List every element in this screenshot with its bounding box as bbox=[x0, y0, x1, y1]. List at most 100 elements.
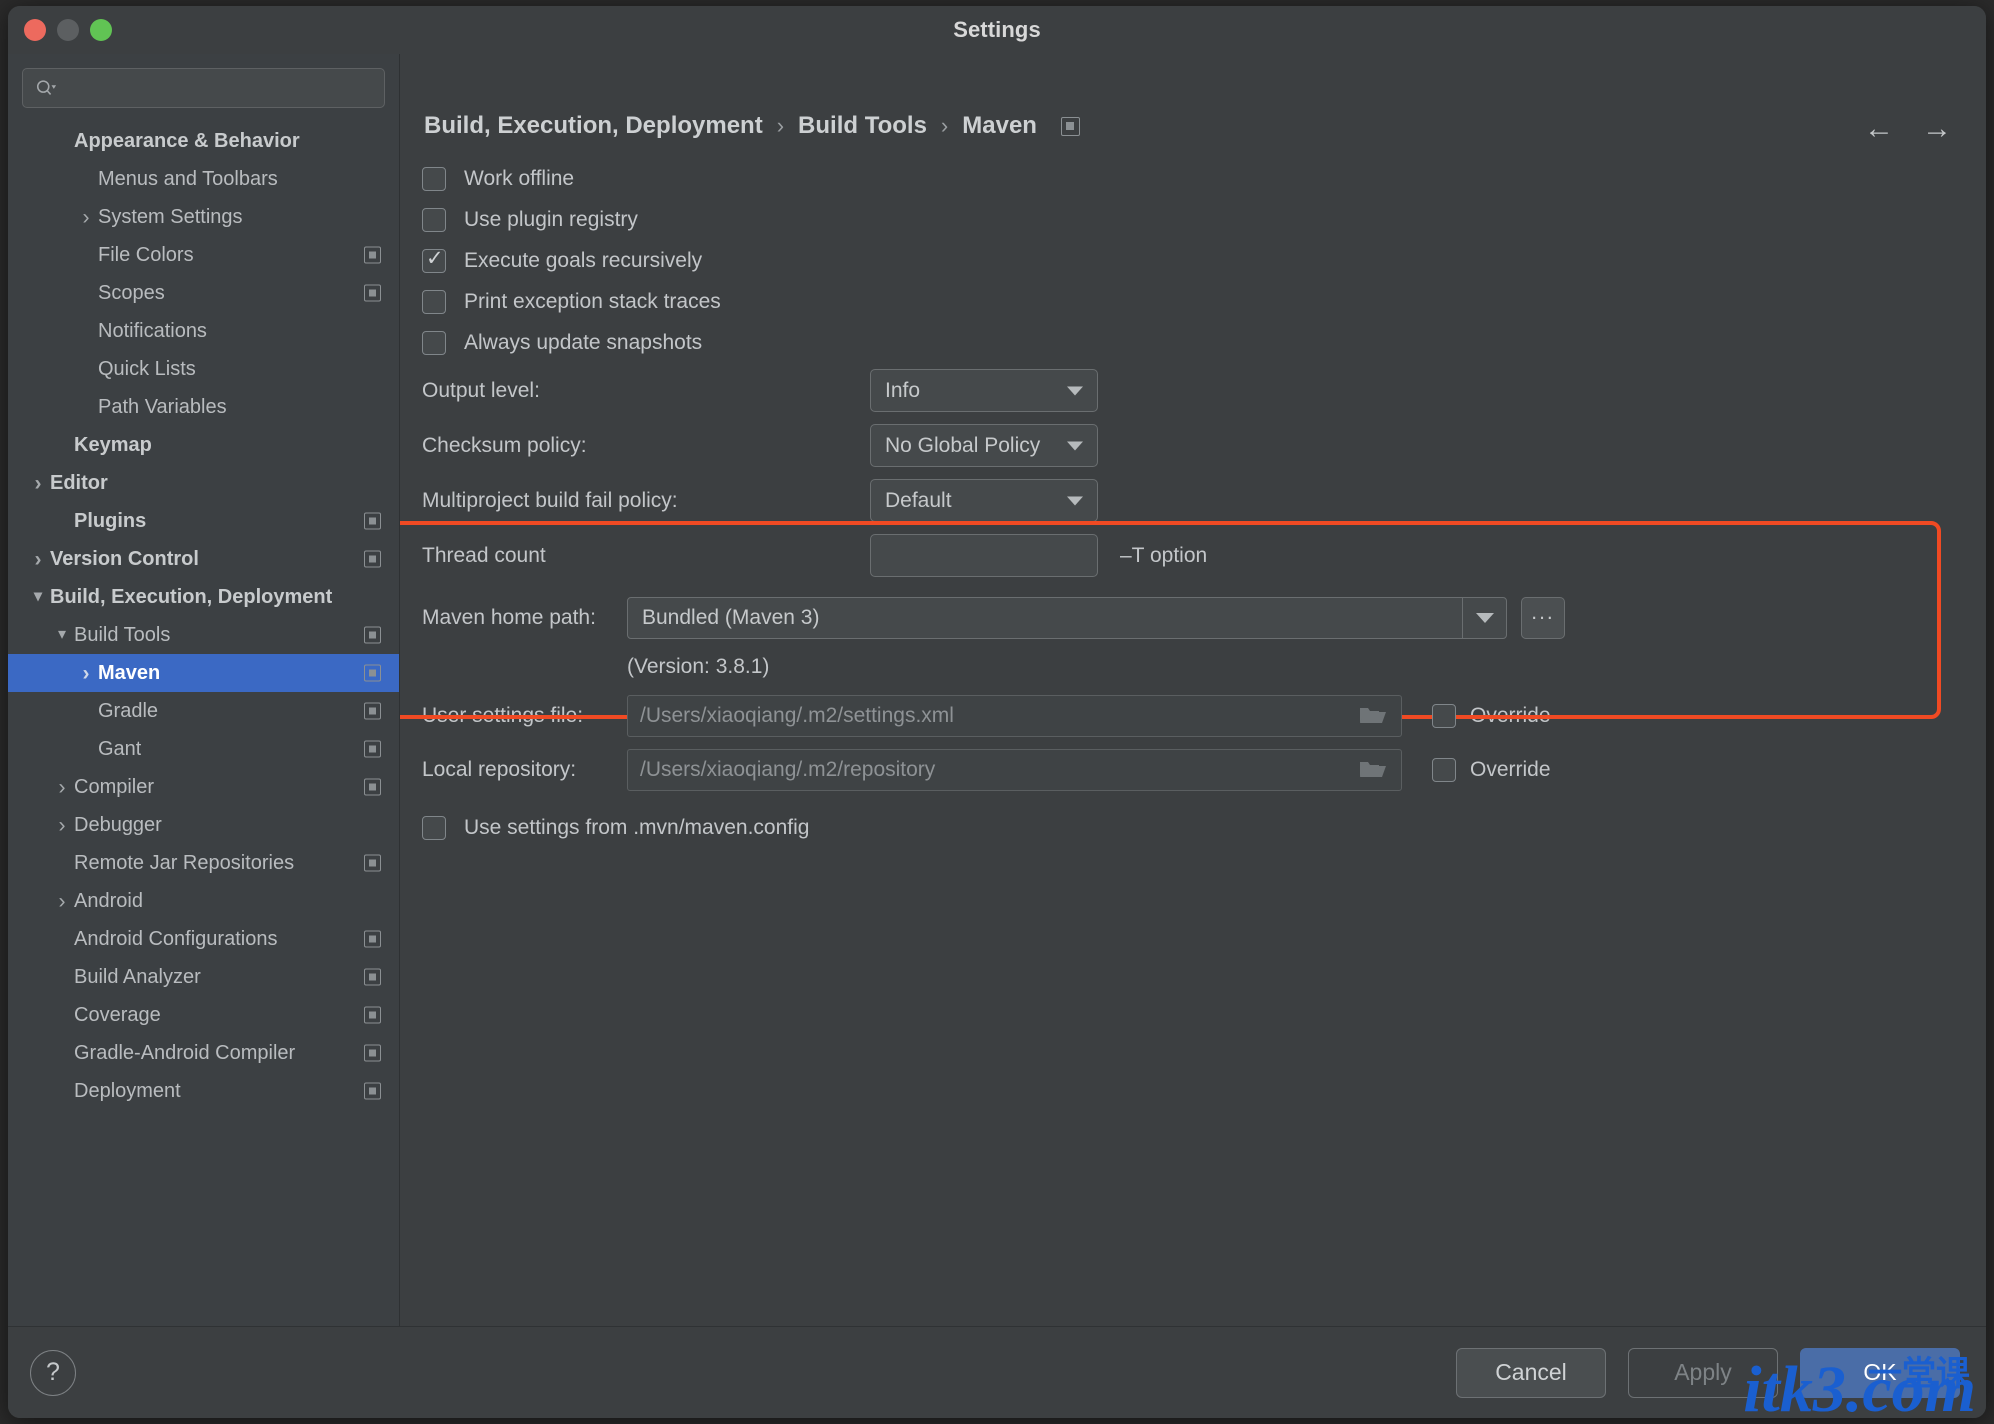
sidebar-item-plugins[interactable]: Plugins bbox=[8, 502, 399, 540]
local-repository-override[interactable]: Override bbox=[1432, 758, 1551, 782]
sidebar-item-maven[interactable]: Maven bbox=[8, 654, 399, 692]
checkbox-use-plugin-registry[interactable] bbox=[422, 207, 446, 232]
sidebar-item-build-execution-deployment[interactable]: Build, Execution, Deployment bbox=[8, 578, 399, 616]
sidebar-item-build-analyzer[interactable]: Build Analyzer bbox=[8, 958, 399, 996]
folder-icon[interactable] bbox=[1359, 705, 1387, 727]
thread-count-input[interactable] bbox=[870, 534, 1098, 577]
checkbox-row[interactable]: Execute goals recursively bbox=[422, 240, 1986, 281]
checkbox-row[interactable]: Use plugin registry bbox=[422, 199, 1986, 240]
chevron-right-icon[interactable] bbox=[74, 663, 98, 684]
sidebar-item-notifications[interactable]: Notifications bbox=[8, 312, 399, 350]
settings-sidebar: Appearance & Behavior Menus and Toolbars S… bbox=[8, 54, 400, 1326]
project-scope-icon bbox=[364, 1082, 381, 1100]
window-body: Appearance & Behavior Menus and Toolbars S… bbox=[8, 54, 1986, 1326]
sidebar-item-label: Debugger bbox=[74, 813, 162, 836]
local-repository-row: Local repository: /Users/xiaoqiang/.m2/r… bbox=[422, 743, 1986, 797]
chevron-down-icon[interactable] bbox=[1067, 496, 1083, 505]
maximize-icon[interactable] bbox=[90, 19, 112, 41]
chevron-right-icon[interactable] bbox=[50, 815, 74, 836]
close-icon[interactable] bbox=[24, 19, 46, 41]
settings-tree[interactable]: Appearance & Behavior Menus and Toolbars S… bbox=[8, 122, 399, 1110]
checkbox-print-exception-stack-traces[interactable] bbox=[422, 289, 446, 314]
sidebar-item-debugger[interactable]: Debugger bbox=[8, 806, 399, 844]
select-value: Info bbox=[885, 378, 921, 402]
select-output-level[interactable]: Info bbox=[870, 369, 1098, 412]
maven-checkbox-group: Work offline Use plugin registry Execute g… bbox=[422, 158, 1986, 363]
sidebar-item-appearance-behavior[interactable]: Appearance & Behavior bbox=[8, 122, 399, 160]
maven-home-path-row: Maven home path: Bundled (Maven 3) ... bbox=[422, 591, 1986, 645]
sidebar-item-quick-lists[interactable]: Quick Lists bbox=[8, 350, 399, 388]
select-label: Output level: bbox=[422, 378, 540, 402]
local-repository-override-checkbox[interactable] bbox=[1432, 758, 1456, 782]
browse-maven-home-button[interactable]: ... bbox=[1521, 597, 1565, 639]
chevron-down-icon[interactable] bbox=[50, 627, 74, 643]
maven-home-path-combo[interactable]: Bundled (Maven 3) bbox=[627, 597, 1507, 639]
checkbox-always-update-snapshots[interactable] bbox=[422, 330, 446, 355]
sidebar-item-label: Build, Execution, Deployment bbox=[50, 585, 333, 608]
chevron-down-icon[interactable] bbox=[1462, 598, 1506, 638]
sidebar-item-label: Gradle-Android Compiler bbox=[74, 1041, 296, 1064]
project-scope-icon bbox=[364, 968, 381, 986]
sidebar-item-system-settings[interactable]: System Settings bbox=[8, 198, 399, 236]
checkbox-work-offline[interactable] bbox=[422, 166, 446, 191]
select-multiproject-build-fail-policy[interactable]: Default bbox=[870, 479, 1098, 522]
sidebar-item-remote-jar-repositories[interactable]: Remote Jar Repositories bbox=[8, 844, 399, 882]
chevron-down-icon[interactable] bbox=[1067, 441, 1083, 450]
cancel-button[interactable]: Cancel bbox=[1456, 1347, 1606, 1398]
user-settings-override[interactable]: Override bbox=[1432, 704, 1551, 728]
sidebar-item-file-colors[interactable]: File Colors bbox=[8, 236, 399, 274]
thread-count-label: Thread count bbox=[422, 543, 546, 567]
search-wrap bbox=[8, 54, 399, 114]
sidebar-item-compiler[interactable]: Compiler bbox=[8, 768, 399, 806]
sidebar-item-android[interactable]: Android bbox=[8, 882, 399, 920]
select-checksum-policy[interactable]: No Global Policy bbox=[870, 424, 1098, 467]
settings-window: Settings Appearance & Behavior Menus and … bbox=[8, 6, 1986, 1418]
breadcrumb-part-1[interactable]: Build, Execution, Deployment bbox=[424, 112, 763, 140]
sidebar-item-android-configurations[interactable]: Android Configurations bbox=[8, 920, 399, 958]
chevron-right-icon[interactable] bbox=[26, 473, 50, 494]
sidebar-item-menus-and-toolbars[interactable]: Menus and Toolbars bbox=[8, 160, 399, 198]
ok-button[interactable]: OK bbox=[1800, 1347, 1960, 1398]
search-icon bbox=[36, 80, 57, 95]
sidebar-item-scopes[interactable]: Scopes bbox=[8, 274, 399, 312]
local-repository-input[interactable]: /Users/xiaoqiang/.m2/repository bbox=[627, 749, 1402, 791]
sidebar-item-gradle[interactable]: Gradle bbox=[8, 692, 399, 730]
mvn-config-row[interactable]: Use settings from .mvn/maven.config bbox=[422, 807, 1986, 848]
checkbox-row[interactable]: Always update snapshots bbox=[422, 322, 1986, 363]
sidebar-item-path-variables[interactable]: Path Variables bbox=[8, 388, 399, 426]
select-label: Checksum policy: bbox=[422, 433, 587, 457]
user-settings-override-checkbox[interactable] bbox=[1432, 704, 1456, 728]
chevron-right-icon[interactable] bbox=[50, 777, 74, 798]
checkbox-row[interactable]: Print exception stack traces bbox=[422, 281, 1986, 322]
sidebar-item-deployment[interactable]: Deployment bbox=[8, 1072, 399, 1110]
sidebar-item-version-control[interactable]: Version Control bbox=[8, 540, 399, 578]
chevron-right-icon[interactable] bbox=[26, 549, 50, 570]
sidebar-item-label: Gradle bbox=[98, 699, 159, 722]
sidebar-item-build-tools[interactable]: Build Tools bbox=[8, 616, 399, 654]
checkbox-row[interactable]: Work offline bbox=[422, 158, 1986, 199]
folder-icon[interactable] bbox=[1359, 759, 1387, 781]
project-scope-icon bbox=[364, 854, 381, 872]
sidebar-item-label: Gant bbox=[98, 737, 142, 760]
checkbox-execute-goals-recursively[interactable] bbox=[422, 246, 446, 273]
sidebar-item-label: Version Control bbox=[50, 547, 199, 570]
mvn-config-checkbox[interactable] bbox=[422, 815, 446, 840]
user-settings-file-input[interactable]: /Users/xiaoqiang/.m2/settings.xml bbox=[627, 695, 1402, 737]
sidebar-item-coverage[interactable]: Coverage bbox=[8, 996, 399, 1034]
sidebar-item-gradle-android-compiler[interactable]: Gradle-Android Compiler bbox=[8, 1034, 399, 1072]
minimize-icon[interactable] bbox=[57, 19, 79, 41]
chevron-down-icon[interactable] bbox=[26, 589, 50, 605]
sidebar-item-label: Android Configurations bbox=[74, 927, 278, 950]
sidebar-item-label: Plugins bbox=[74, 509, 147, 532]
sidebar-item-label: Appearance & Behavior bbox=[74, 129, 300, 152]
help-button[interactable]: ? bbox=[30, 1349, 76, 1396]
sidebar-item-editor[interactable]: Editor bbox=[8, 464, 399, 502]
chevron-right-icon[interactable] bbox=[74, 207, 98, 228]
chevron-right-icon[interactable] bbox=[50, 891, 74, 912]
sidebar-item-keymap[interactable]: Keymap bbox=[8, 426, 399, 464]
breadcrumb-part-2[interactable]: Build Tools bbox=[798, 112, 927, 140]
search-input[interactable] bbox=[22, 68, 385, 108]
sidebar-item-gant[interactable]: Gant bbox=[8, 730, 399, 768]
apply-button[interactable]: Apply bbox=[1628, 1347, 1778, 1398]
chevron-down-icon[interactable] bbox=[1067, 386, 1083, 395]
